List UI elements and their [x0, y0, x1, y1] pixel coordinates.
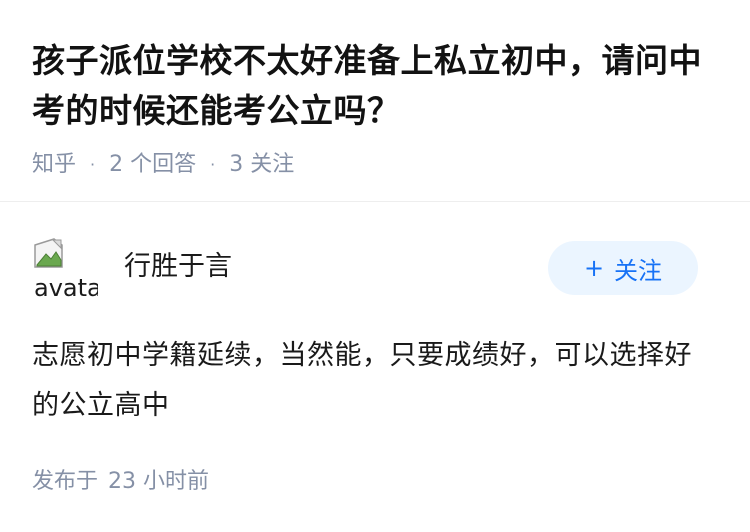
follow-count-number: 3: [229, 152, 244, 177]
author-name[interactable]: 行胜于言: [124, 249, 232, 285]
publish-time: 发布于 23 小时前: [32, 464, 209, 500]
follow-button-label: 关注: [614, 256, 663, 285]
follow-count[interactable]: 3 关注: [229, 150, 294, 180]
follow-count-label: 关注: [250, 152, 295, 177]
question-header: 孩子派位学校不太好准备上私立初中，请问中考的时候还能考公立吗？ 知乎 · 2 个…: [32, 36, 722, 180]
avatar[interactable]: avatar: [32, 237, 98, 303]
meta-separator: ·: [210, 155, 216, 174]
follow-button[interactable]: + 关注: [548, 241, 698, 295]
author-row: avatar 行胜于言 + 关注: [32, 235, 718, 303]
source-label[interactable]: 知乎: [32, 150, 76, 180]
answer-count-label: 个回答: [130, 152, 197, 177]
answer-count[interactable]: 2 个回答: [109, 150, 196, 180]
avatar-alt-text: avatar: [34, 274, 98, 302]
question-title[interactable]: 孩子派位学校不太好准备上私立初中，请问中考的时候还能考公立吗？: [32, 36, 722, 136]
publish-label: 发布于: [32, 469, 99, 494]
answer-count-number: 2: [109, 152, 124, 177]
question-meta: 知乎 · 2 个回答 · 3 关注: [32, 150, 722, 180]
broken-image-icon: [34, 238, 63, 268]
publish-time-value: 23 小时前: [108, 469, 210, 494]
meta-separator: ·: [90, 155, 96, 174]
answer-card: avatar 行胜于言 + 关注 志愿初中学籍延续，当然能，只要成绩好，可以选择…: [32, 235, 718, 431]
answer-content[interactable]: 志愿初中学籍延续，当然能，只要成绩好，可以选择好的公立高中: [32, 331, 718, 431]
plus-icon: +: [583, 254, 605, 282]
section-divider: [0, 201, 750, 202]
